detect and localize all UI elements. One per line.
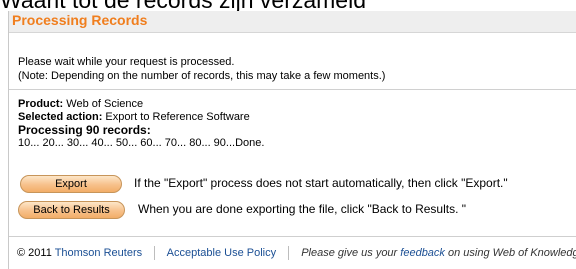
product-value: Web of Science xyxy=(66,98,144,110)
action-value: Export to Reference Software xyxy=(105,111,250,123)
footer: © 2011 Thomson Reuters Acceptable Use Po… xyxy=(17,246,576,260)
processing-details: Product: Web of Science Selected action:… xyxy=(18,98,264,150)
acceptable-use-policy-link[interactable]: Acceptable Use Policy xyxy=(167,247,276,259)
feedback-prefix: Please give us your xyxy=(301,246,398,259)
feedback-text: Please give us your feedback on using We… xyxy=(301,247,576,259)
wait-line: Please wait while your request is proces… xyxy=(18,56,235,68)
back-instructions: When you are done exporting the file, cl… xyxy=(138,202,467,216)
thomson-reuters-link[interactable]: Thomson Reuters xyxy=(55,247,142,259)
export-instructions: If the "Export" process does not start a… xyxy=(134,176,508,190)
product-label: Product: xyxy=(18,98,64,110)
action-label: Selected action: xyxy=(18,111,103,123)
copyright-text: © 2011 xyxy=(17,246,52,259)
wait-note: (Note: Depending on the number of record… xyxy=(18,70,386,82)
footer-divider xyxy=(9,236,576,237)
export-button[interactable]: Export xyxy=(20,175,122,193)
header-bar: Processing Records xyxy=(9,11,576,33)
processing-panel: Processing Records Please wait while you… xyxy=(8,11,576,269)
wait-message: Please wait while your request is proces… xyxy=(9,49,576,90)
back-to-results-button[interactable]: Back to Results xyxy=(18,201,125,219)
product-row: Product: Web of Science xyxy=(18,98,264,111)
feedback-suffix: on using Web of Knowledge. xyxy=(448,246,576,259)
page-title: Processing Records xyxy=(12,12,148,28)
processing-count: Processing 90 records: xyxy=(18,123,151,137)
footer-separator xyxy=(154,246,156,260)
feedback-link[interactable]: feedback xyxy=(400,247,445,259)
footer-separator xyxy=(288,246,290,260)
progress-text: 10... 20... 30... 40... 50... 60... 70..… xyxy=(18,137,265,149)
slide-title: Waarit tot de records zijn verzameld xyxy=(0,0,367,13)
